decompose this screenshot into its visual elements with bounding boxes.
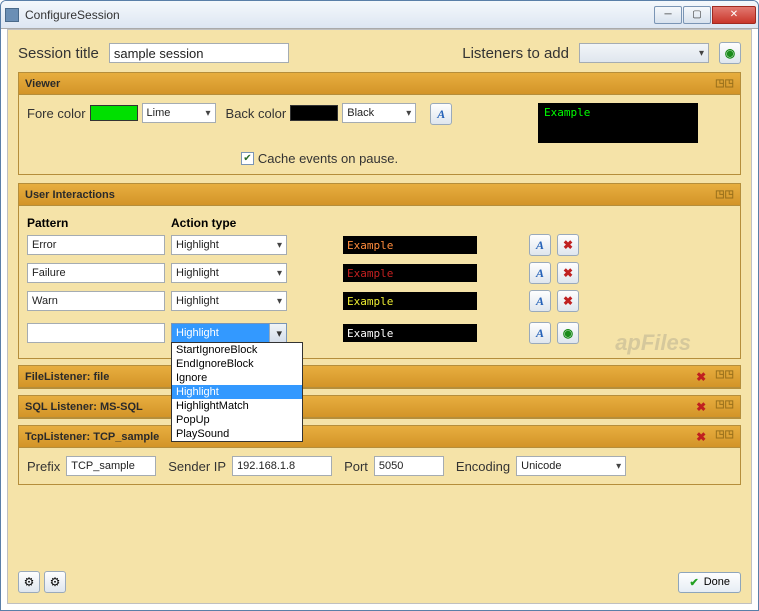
dropdown-option[interactable]: StartIgnoreBlock: [172, 343, 302, 357]
titlebar[interactable]: ConfigureSession ─ ▢ ✕: [1, 1, 758, 29]
fore-color-select[interactable]: Lime: [142, 103, 216, 123]
port-label: Port: [344, 459, 368, 474]
tcp-listener-label: TcpListener: TCP_sample: [25, 431, 159, 443]
action-type-select[interactable]: Highlight: [171, 291, 287, 311]
listeners-label: Listeners to add: [462, 45, 569, 62]
action-type-select-open[interactable]: Highlight▾: [171, 323, 287, 343]
senderip-input[interactable]: [232, 456, 332, 476]
pattern-input[interactable]: [27, 235, 165, 255]
file-listener-header[interactable]: FileListener: file ✖ ◳◳: [19, 366, 740, 388]
example-preview: Example: [343, 236, 477, 254]
back-color-label: Back color: [226, 106, 287, 121]
file-listener-label: FileListener: file: [25, 371, 109, 383]
sql-listener-header[interactable]: SQL Listener: MS-SQL ✖ ◳◳: [19, 396, 740, 418]
dropdown-option[interactable]: PopUp: [172, 413, 302, 427]
check-icon: ✔: [689, 576, 698, 589]
dropdown-option[interactable]: HighlightMatch: [172, 399, 302, 413]
font-button[interactable]: A: [529, 322, 551, 344]
viewer-header-label: Viewer: [25, 78, 60, 90]
interaction-row-new: Highlight▾ Example A ◉ StartIgnoreBlock …: [27, 322, 732, 344]
delete-button[interactable]: ✖: [693, 429, 709, 445]
add-listener-button[interactable]: ◉: [719, 42, 741, 64]
fore-color-swatch: [90, 105, 138, 121]
listeners-select[interactable]: [579, 43, 709, 63]
action-type-dropdown[interactable]: StartIgnoreBlock EndIgnoreBlock Ignore H…: [171, 342, 303, 442]
dropdown-option[interactable]: EndIgnoreBlock: [172, 357, 302, 371]
example-preview: Example: [343, 324, 477, 342]
bottom-bar: ⚙ ⚙ ✔ Done: [18, 571, 741, 593]
port-input[interactable]: [374, 456, 444, 476]
done-label: Done: [704, 576, 730, 588]
delete-button[interactable]: ✖: [557, 262, 579, 284]
app-icon: [5, 8, 19, 22]
font-button[interactable]: A: [529, 234, 551, 256]
delete-button[interactable]: ✖: [693, 369, 709, 385]
encoding-label: Encoding: [456, 459, 510, 474]
delete-button[interactable]: ✖: [557, 290, 579, 312]
back-color-select[interactable]: Black: [342, 103, 416, 123]
session-title-label: Session title: [18, 45, 99, 62]
prefix-label: Prefix: [27, 459, 60, 474]
example-preview: Example: [343, 264, 477, 282]
viewer-preview: Example: [538, 103, 698, 143]
collapse-icon[interactable]: ◳◳: [715, 429, 734, 445]
done-button[interactable]: ✔ Done: [678, 572, 741, 593]
app-window: ConfigureSession ─ ▢ ✕ Session title Lis…: [0, 0, 759, 611]
pattern-column-header: Pattern: [27, 214, 165, 232]
collapse-icon[interactable]: ◳◳: [715, 189, 734, 200]
encoding-select[interactable]: Unicode: [516, 456, 626, 476]
close-button[interactable]: ✕: [712, 6, 756, 24]
interactions-header[interactable]: User Interactions ◳◳: [19, 184, 740, 206]
interaction-row: Highlight Example A ✖: [27, 262, 732, 284]
viewer-section: Viewer ◳◳ Fore color Lime Back color Bla…: [18, 72, 741, 175]
add-interaction-button[interactable]: ◉: [557, 322, 579, 344]
sql-listener-label: SQL Listener: MS-SQL: [25, 401, 143, 413]
minimize-button[interactable]: ─: [654, 6, 682, 24]
cache-checkbox[interactable]: ✔: [241, 152, 254, 165]
action-type-select[interactable]: Highlight: [171, 235, 287, 255]
delete-button[interactable]: ✖: [693, 399, 709, 415]
pattern-input[interactable]: [27, 323, 165, 343]
font-button[interactable]: A: [430, 103, 452, 125]
pattern-input[interactable]: [27, 263, 165, 283]
example-preview: Example: [343, 292, 477, 310]
settings-button-2[interactable]: ⚙: [44, 571, 66, 593]
interactions-header-label: User Interactions: [25, 189, 115, 201]
pattern-input[interactable]: [27, 291, 165, 311]
viewer-header[interactable]: Viewer ◳◳: [19, 73, 740, 95]
back-color-swatch: [290, 105, 338, 121]
collapse-icon[interactable]: ◳◳: [715, 369, 734, 385]
interaction-row: Highlight Example A ✖: [27, 234, 732, 256]
collapse-icon[interactable]: ◳◳: [715, 399, 734, 415]
delete-button[interactable]: ✖: [557, 234, 579, 256]
sql-listener-section: SQL Listener: MS-SQL ✖ ◳◳: [18, 395, 741, 419]
action-column-header: Action type: [171, 214, 287, 232]
client-area: Session title Listeners to add ◉ Viewer …: [7, 29, 752, 604]
action-type-select[interactable]: Highlight: [171, 263, 287, 283]
file-listener-section: FileListener: file ✖ ◳◳: [18, 365, 741, 389]
window-title: ConfigureSession: [25, 8, 654, 22]
font-button[interactable]: A: [529, 262, 551, 284]
collapse-icon[interactable]: ◳◳: [715, 78, 734, 89]
interaction-row: Highlight Example A ✖: [27, 290, 732, 312]
interactions-section: User Interactions ◳◳ Pattern Action type…: [18, 183, 741, 359]
dropdown-option-selected[interactable]: Highlight: [172, 385, 302, 399]
font-button[interactable]: A: [529, 290, 551, 312]
prefix-input[interactable]: [66, 456, 156, 476]
tcp-listener-section: TcpListener: TCP_sample ✖ ◳◳ Prefix Sende…: [18, 425, 741, 485]
senderip-label: Sender IP: [168, 459, 226, 474]
settings-button-1[interactable]: ⚙: [18, 571, 40, 593]
dropdown-option[interactable]: Ignore: [172, 371, 302, 385]
tcp-listener-header[interactable]: TcpListener: TCP_sample ✖ ◳◳: [19, 426, 740, 448]
fore-color-label: Fore color: [27, 106, 86, 121]
maximize-button[interactable]: ▢: [683, 6, 711, 24]
dropdown-option[interactable]: PlaySound: [172, 427, 302, 441]
session-title-input[interactable]: [109, 43, 289, 63]
cache-label: Cache events on pause.: [258, 151, 398, 166]
